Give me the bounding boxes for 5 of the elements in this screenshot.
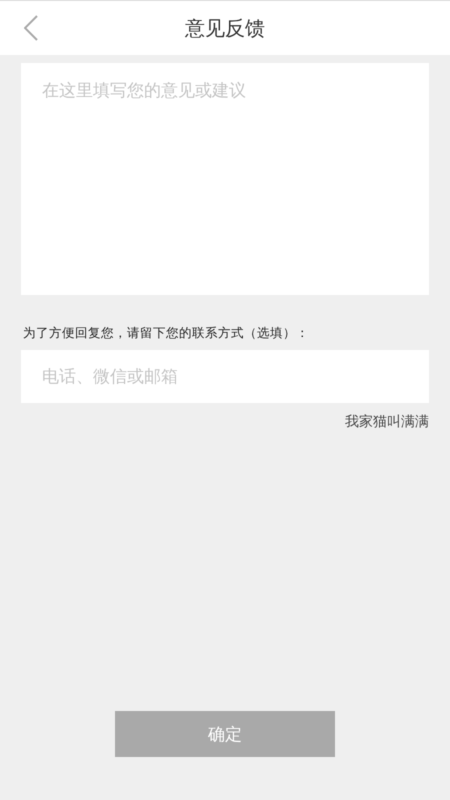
- user-name: 我家猫叫满满: [345, 413, 429, 431]
- contact-field[interactable]: 电话、微信或邮箱: [21, 350, 429, 403]
- page-title: 意见反馈: [185, 14, 265, 42]
- contact-label: 为了方便回复您，请留下您的联系方式（选填）：: [23, 325, 310, 342]
- feedback-field[interactable]: 在这里填写您的意见或建议: [21, 63, 429, 295]
